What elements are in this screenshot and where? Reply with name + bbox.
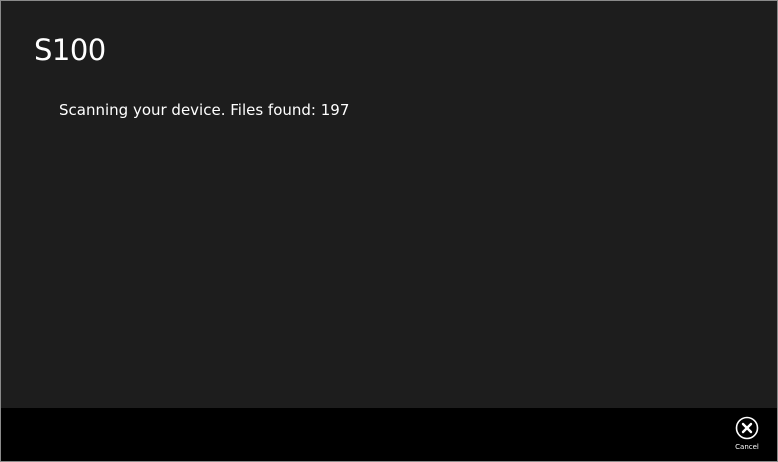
page-title: S100 [34,33,106,67]
cancel-label: Cancel [735,443,759,451]
close-circle-icon [735,416,759,440]
app-bar: Cancel [1,408,777,461]
scan-status-text: Scanning your device. Files found: 197 [59,101,350,119]
cancel-button[interactable]: Cancel [732,416,762,458]
app-window: S100 Scanning your device. Files found: … [0,0,778,462]
main-content: S100 Scanning your device. Files found: … [1,1,777,408]
